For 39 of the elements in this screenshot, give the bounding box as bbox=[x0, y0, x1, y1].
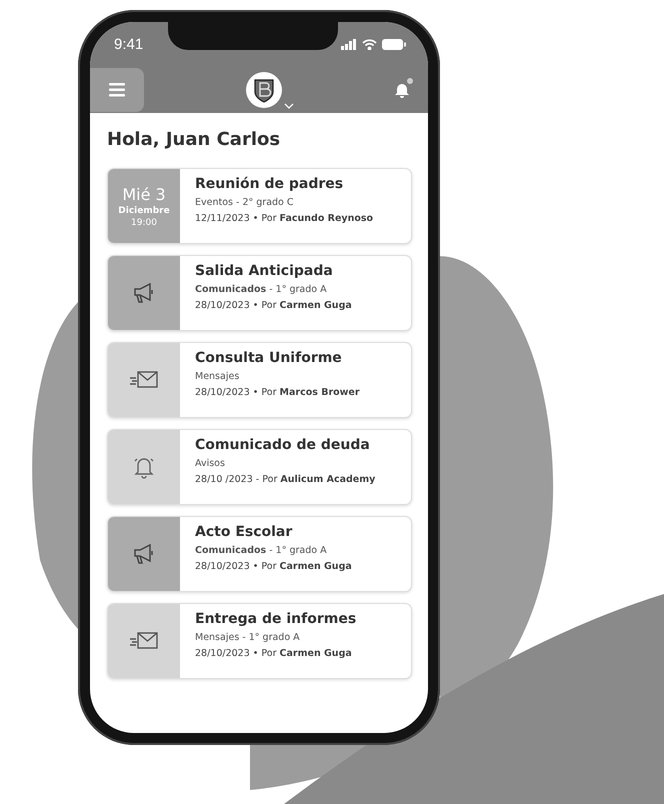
feed-card[interactable]: Mié 3 Diciembre 19:00 Reunión de padres Eventos - 2° grado C 12/11/2023 • Por Facundo Reynoso bbox=[107, 168, 412, 244]
wifi-icon bbox=[362, 38, 377, 50]
status-time: 9:41 bbox=[114, 36, 144, 52]
notifications-button[interactable] bbox=[394, 80, 410, 98]
card-subtitle: Eventos - 2° grado C bbox=[195, 197, 295, 208]
menu-icon bbox=[109, 82, 125, 96]
battery-icon bbox=[382, 38, 406, 50]
card-subtitle: Mensajes bbox=[195, 371, 240, 382]
menu-button[interactable] bbox=[90, 68, 144, 112]
signal-icon bbox=[341, 38, 357, 50]
feed-card[interactable]: Entrega de informes Mensajes - 1° grado A 28/10/2023 • Por Carmen Guga bbox=[107, 603, 412, 679]
date-time: 19:00 bbox=[131, 218, 157, 228]
card-meta: 28/10 /2023 - Por Aulicum Academy bbox=[195, 474, 376, 485]
card-meta: 28/10/2023 • Por Carmen Guga bbox=[195, 561, 352, 572]
card-title: Acto Escolar bbox=[195, 524, 294, 540]
caret-icon[interactable] bbox=[284, 102, 294, 108]
card-meta: 28/10/2023 • Por Carmen Guga bbox=[195, 300, 352, 311]
card-meta: 28/10/2023 • Por Carmen Guga bbox=[195, 648, 353, 659]
envelope-icon bbox=[129, 370, 159, 390]
feed-card[interactable]: Consulta Uniforme Mensajes 28/10/2023 • Por Marcos Brower bbox=[107, 342, 412, 418]
card-title: Comunicado de deuda bbox=[195, 437, 371, 453]
date-day: Mié 3 bbox=[122, 184, 166, 204]
date-month: Diciembre bbox=[118, 206, 170, 216]
greeting-title: Hola, Juan Carlos bbox=[107, 129, 282, 150]
feed-card[interactable]: Comunicado de deuda Avisos 28/10 /2023 - Por Aulicum Academy bbox=[107, 429, 412, 505]
envelope-icon bbox=[129, 631, 159, 651]
feed-card[interactable]: Acto Escolar Comunicados - 1° grado A 28/10/2023 • Por Carmen Guga bbox=[107, 516, 412, 592]
card-subtitle: Comunicados - 1° grado A bbox=[195, 545, 328, 556]
card-title: Salida Anticipada bbox=[195, 263, 334, 279]
card-title: Consulta Uniforme bbox=[195, 350, 343, 366]
card-meta: 28/10/2023 • Por Marcos Brower bbox=[195, 387, 360, 398]
card-subtitle: Mensajes - 1° grado A bbox=[195, 632, 301, 643]
school-logo[interactable] bbox=[244, 70, 282, 108]
card-subtitle: Avisos bbox=[195, 458, 226, 469]
feed-card[interactable]: Salida Anticipada Comunicados - 1° grado A 28/10/2023 • Por Carmen Guga bbox=[107, 255, 412, 331]
card-title: Reunión de padres bbox=[195, 176, 344, 192]
card-subtitle: Comunicados - 1° grado A bbox=[195, 284, 328, 295]
card-title: Entrega de informes bbox=[195, 611, 356, 627]
card-meta: 12/11/2023 • Por Facundo Reynoso bbox=[195, 213, 374, 224]
